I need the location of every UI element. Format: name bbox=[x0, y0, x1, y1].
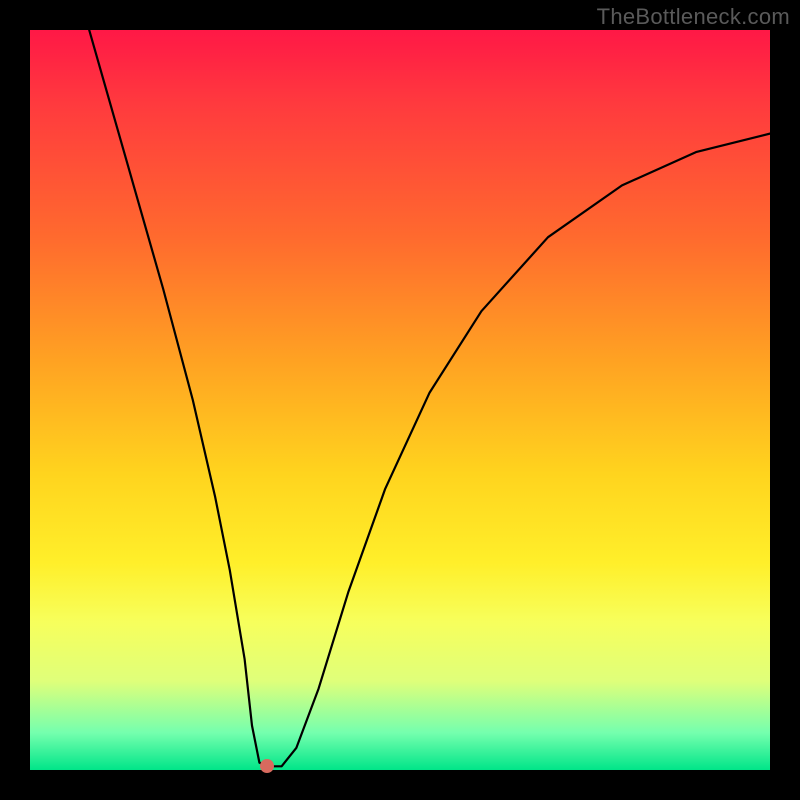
chart-frame: TheBottleneck.com bbox=[0, 0, 800, 800]
plot-area bbox=[30, 30, 770, 770]
bottleneck-curve bbox=[30, 30, 770, 770]
watermark-text: TheBottleneck.com bbox=[597, 4, 790, 30]
optimum-marker bbox=[260, 759, 274, 773]
